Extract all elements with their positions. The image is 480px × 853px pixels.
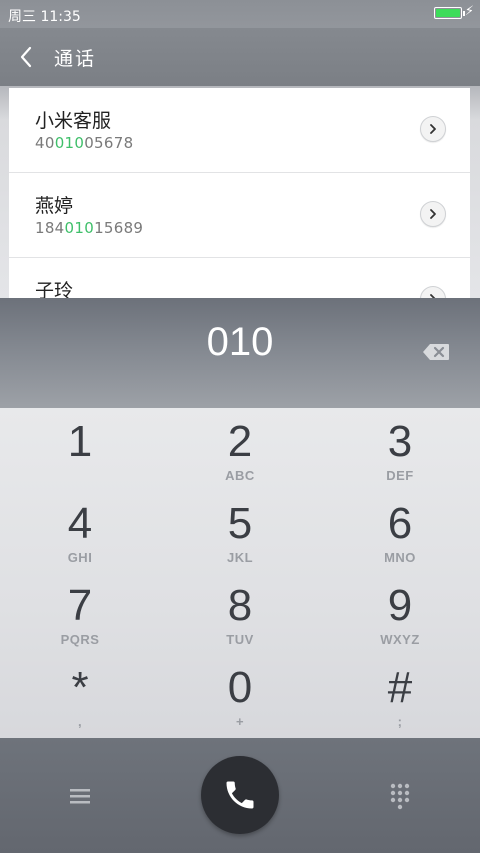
key-digit: * (71, 663, 89, 712)
key-2[interactable]: 2 ABC (160, 408, 320, 490)
status-time: 11:35 (40, 9, 81, 25)
key-letters: PQRS (60, 632, 100, 647)
call-button[interactable] (201, 756, 279, 834)
key-digit: 6 (387, 499, 413, 548)
match-highlight: 010 (64, 219, 95, 237)
menu-icon[interactable] (66, 784, 94, 808)
header-bar: 通话 (0, 28, 480, 86)
key-digit: 0 (227, 663, 253, 712)
key-hash[interactable]: # ; (320, 654, 480, 736)
key-digit: 8 (227, 581, 253, 630)
key-digit: 5 (227, 499, 253, 548)
key-7[interactable]: 7 PQRS (0, 572, 160, 654)
key-letters: WXYZ (380, 632, 420, 647)
contact-name: 小米客服 (35, 110, 112, 132)
status-day: 周三 (8, 9, 36, 25)
battery-icon (434, 7, 465, 19)
key-letters: DEF (386, 468, 414, 483)
status-clock: 周三 11:35 (8, 6, 81, 26)
bottom-bar (0, 738, 480, 853)
key-4[interactable]: 4 GHI (0, 490, 160, 572)
page-title: 通话 (54, 48, 97, 70)
key-letters: JKL (226, 550, 254, 565)
key-digit: 1 (67, 417, 93, 466)
dial-pad: 1 2 ABC 3 DEF 4 GHI 5 JKL 6 MNO 7 PQRS 8… (0, 408, 480, 738)
contact-list: 小米客服 4001005678 燕婷 18401015689 子玲 (9, 88, 470, 300)
key-8[interactable]: 8 TUV (160, 572, 320, 654)
list-item[interactable]: 小米客服 4001005678 (9, 88, 470, 173)
dialpad-icon[interactable] (388, 782, 412, 810)
contact-name: 燕婷 (35, 195, 74, 217)
key-letters: + (235, 714, 245, 729)
dialed-number: 010 (206, 320, 274, 364)
contact-number: 18401015689 (35, 219, 144, 237)
key-digit: 2 (227, 417, 253, 466)
key-letters: TUV (226, 632, 254, 647)
contact-name: 子玲 (35, 280, 74, 300)
key-star[interactable]: * , (0, 654, 160, 736)
key-1[interactable]: 1 (0, 408, 160, 490)
key-6[interactable]: 6 MNO (320, 490, 480, 572)
key-5[interactable]: 5 JKL (160, 490, 320, 572)
key-letters: , (77, 714, 83, 729)
key-digit: 7 (67, 581, 93, 630)
key-letters: ABC (225, 468, 255, 483)
key-3[interactable]: 3 DEF (320, 408, 480, 490)
chevron-right-icon[interactable] (420, 201, 446, 227)
key-digit: 9 (387, 581, 413, 630)
list-item[interactable]: 燕婷 18401015689 (9, 173, 470, 258)
match-highlight: 010 (54, 134, 85, 152)
status-bar: 周三 11:35 ⚡ (0, 0, 480, 28)
list-item[interactable]: 子玲 (9, 258, 470, 300)
key-letters: ; (397, 714, 403, 729)
phone-icon (226, 781, 254, 809)
key-digit: # (387, 663, 413, 712)
charging-icon: ⚡ (464, 4, 474, 19)
key-0[interactable]: 0 + (160, 654, 320, 736)
key-letters: GHI (67, 550, 93, 565)
key-letters: MNO (384, 550, 416, 565)
dial-display: 010 (0, 298, 480, 408)
chevron-left-icon[interactable] (16, 44, 38, 70)
key-digit: 3 (387, 417, 413, 466)
key-digit: 4 (67, 499, 93, 548)
contact-number: 4001005678 (35, 134, 134, 152)
backspace-icon[interactable] (422, 343, 450, 361)
chevron-right-icon[interactable] (420, 116, 446, 142)
key-9[interactable]: 9 WXYZ (320, 572, 480, 654)
